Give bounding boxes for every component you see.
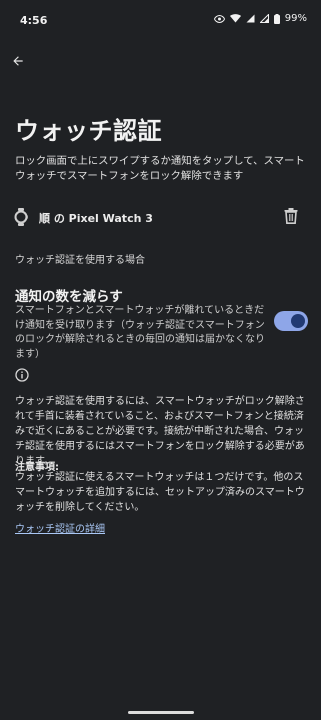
reduce-notifications-toggle[interactable] [274, 311, 308, 331]
learn-more-link[interactable]: ウォッチ認証の詳細 [15, 520, 105, 535]
gesture-nav-handle[interactable] [128, 711, 194, 714]
status-time: 4:56 [20, 14, 48, 27]
setting-title: 通知の数を減らす [15, 289, 123, 305]
status-bar: 4:56 99% [0, 0, 321, 40]
reduce-notifications-setting[interactable]: 通知の数を減らす スマートフォンとスマートウォッチが離れているときだけ通知を受け… [0, 283, 321, 360]
setting-summary: スマートフォンとスマートウォッチが離れているときだけ通知を受け取ります（ウォッチ… [15, 305, 265, 360]
page-description: ロック画面で上にスワイプするか通知をタップして、スマートウォッチでスマートフォン… [15, 155, 305, 182]
signal-icon [259, 14, 269, 23]
battery-icon [273, 13, 280, 24]
arrow-back-icon [11, 53, 25, 72]
toggle-thumb [291, 314, 305, 328]
status-icons: 99% [213, 13, 307, 24]
signal-icon [246, 14, 255, 23]
section-label: ウォッチ認証を使用する場合 [15, 255, 145, 266]
back-button[interactable] [9, 53, 27, 71]
note-text: ウォッチ認証に使えるスマートウォッチは１つだけです。他のスマートウォッチを追加す… [15, 472, 305, 513]
watch-device-row[interactable]: 順 の Pixel Watch 3 [0, 205, 321, 229]
trash-icon[interactable] [284, 208, 298, 228]
battery-percent: 99% [284, 13, 307, 24]
eye-icon [213, 14, 225, 23]
wifi-icon [229, 14, 241, 23]
info-text: ウォッチ認証を使用するには、スマートウォッチがロック解除されて手首に装着されてい… [15, 396, 305, 467]
watch-icon [14, 208, 28, 230]
watch-name: 順 の Pixel Watch 3 [39, 212, 153, 225]
page-title: ウォッチ認証 [15, 117, 162, 145]
info-icon [15, 367, 29, 386]
